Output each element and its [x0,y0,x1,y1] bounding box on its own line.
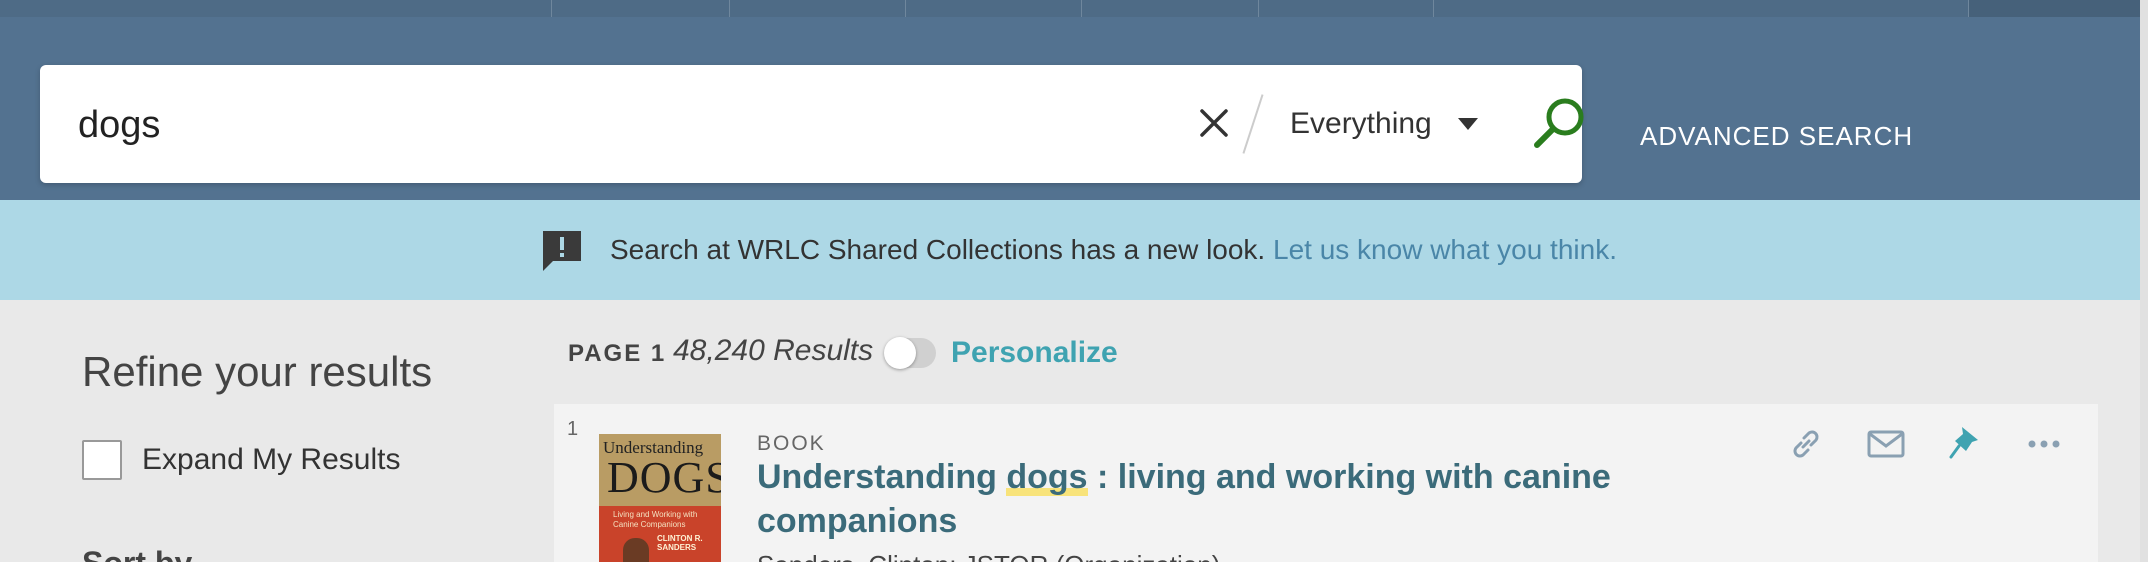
notice-text: Search at WRLC Shared Collections has a … [610,234,1617,266]
search-scope-dropdown[interactable]: Everything [1290,95,1495,153]
close-icon [1200,109,1228,137]
search-scope-label: Everything [1290,107,1432,140]
nav-divider [1258,0,1259,17]
sort-by-label: Sort by [82,545,192,562]
clear-search-button[interactable] [1190,99,1238,147]
title-part: Understanding [757,458,1007,496]
personalize-label[interactable]: Personalize [951,336,1118,370]
pin-icon [1949,427,1978,459]
caret-down-icon [1457,118,1478,130]
title-highlight: dogs [1006,458,1088,496]
cover-subtitle: Living and Working with Canine Companion… [613,510,698,529]
notice-message: Search at WRLC Shared Collections has a … [610,234,1266,265]
feedback-link[interactable]: Let us know what you think. [1273,234,1617,265]
cover-word2: DOGS [607,453,721,502]
book-cover-thumbnail[interactable]: Understanding DOGS Living and Working wi… [599,434,721,562]
result-index: 1 [567,418,579,440]
expand-label: Expand My Results [142,443,401,476]
cover-figure [623,538,649,562]
nav-divider [905,0,906,17]
user-area[interactable] [1968,0,2148,17]
search-header: Everything ADVANCED SEARCH [0,17,2148,200]
advanced-search-link[interactable]: ADVANCED SEARCH [1640,121,1913,152]
nav-divider [1433,0,1434,17]
result-author-line: Sanders, Clinton; JSTOR (Organization) [757,550,1220,562]
result-type: BOOK [757,432,826,455]
link-icon [1793,430,1819,458]
mail-icon [1867,430,1905,458]
page-scrollbar[interactable] [2140,0,2148,562]
top-navigation-strip [0,0,2148,17]
nav-divider [1081,0,1082,17]
result-title-link[interactable]: Understanding dogs : living and working … [757,455,1617,543]
nav-divider [729,0,730,17]
more-actions-button[interactable] [2022,422,2066,466]
personalize-toggle[interactable] [884,337,936,369]
email-button[interactable] [1864,422,1908,466]
search-box: Everything [40,65,1584,183]
permalink-button[interactable] [1784,422,1828,466]
alert-chat-icon [543,231,581,271]
search-button[interactable] [1524,89,1594,159]
more-icon [2028,440,2060,448]
results-count: 48,240 Results [673,334,874,367]
expand-my-results-toggle[interactable]: Expand My Results [82,440,400,480]
nav-divider [551,0,552,17]
page-indicator: PAGE 1 [568,340,667,367]
search-icon [1534,98,1584,148]
search-divider [1242,94,1264,154]
search-input[interactable] [78,97,1148,153]
toggle-knob [884,337,916,369]
cover-author: CLINTON R. SANDERS [657,534,703,552]
pin-button[interactable] [1944,422,1988,466]
refine-results-heading: Refine your results [82,348,433,395]
expand-checkbox[interactable] [82,440,122,480]
